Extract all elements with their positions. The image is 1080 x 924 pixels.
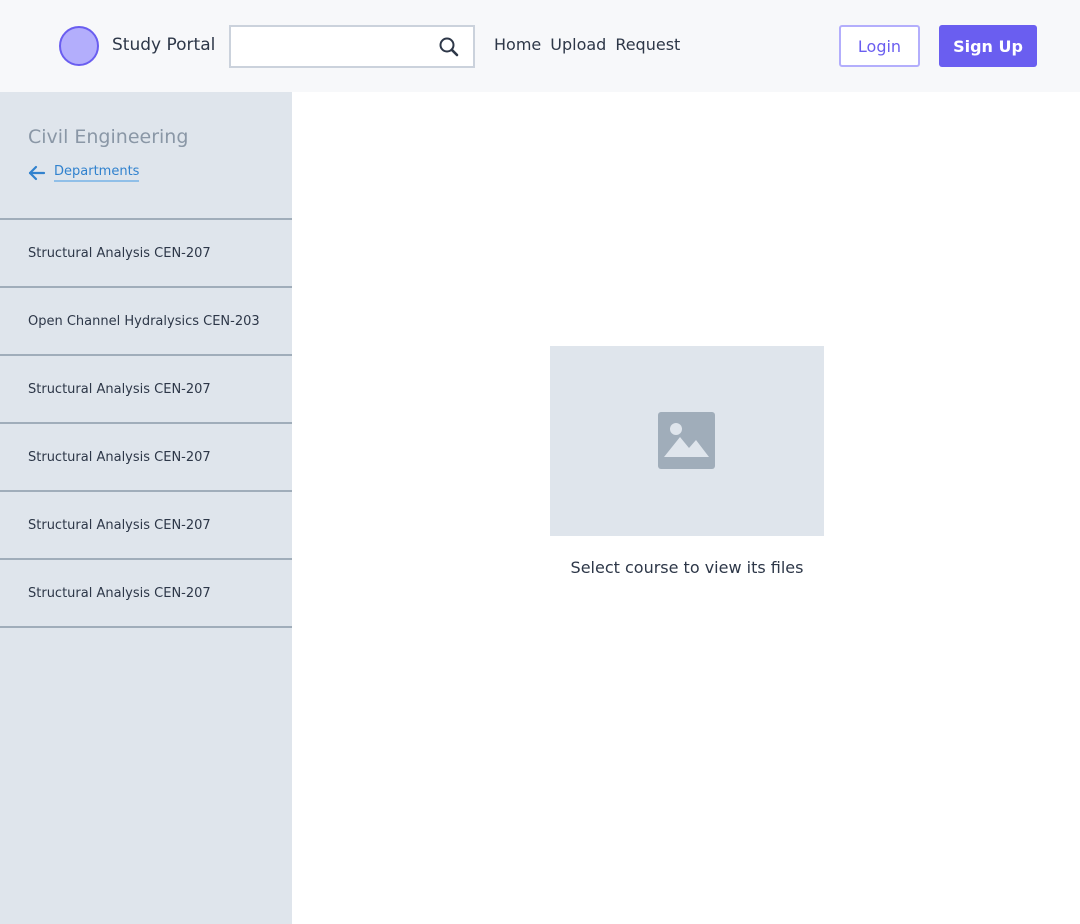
search-input[interactable] (231, 27, 431, 66)
course-item[interactable]: Structural Analysis CEN-207 (0, 424, 292, 492)
course-item-label: Structural Analysis CEN-207 (28, 381, 211, 397)
sidebar-header: Civil Engineering Departments (0, 92, 292, 220)
nav-home-link[interactable]: Home (494, 35, 541, 54)
nav-upload-link[interactable]: Upload (550, 35, 606, 54)
course-item[interactable]: Structural Analysis CEN-207 (0, 492, 292, 560)
back-link-label[interactable]: Departments (54, 164, 140, 182)
top-navbar: Study Portal Home Upload Request Login S… (0, 0, 1080, 92)
course-item-label: Structural Analysis CEN-207 (28, 585, 211, 601)
course-item-label: Structural Analysis CEN-207 (28, 449, 211, 465)
course-item-label: Structural Analysis CEN-207 (28, 517, 211, 533)
course-item-label: Structural Analysis CEN-207 (28, 245, 211, 261)
logo-icon[interactable] (59, 26, 99, 66)
login-button[interactable]: Login (839, 25, 920, 67)
search-icon[interactable] (438, 36, 460, 58)
search-bar (229, 25, 475, 68)
course-item[interactable]: Structural Analysis CEN-207 (0, 220, 292, 288)
department-title: Civil Engineering (28, 126, 189, 148)
empty-state-message: Select course to view its files (570, 558, 804, 577)
back-to-departments-link[interactable]: Departments (28, 164, 140, 182)
image-icon (658, 412, 715, 469)
empty-state-image (550, 346, 824, 536)
course-item[interactable]: Structural Analysis CEN-207 (0, 356, 292, 424)
course-sidebar: Civil Engineering Departments Structural… (0, 92, 292, 924)
main-nav: Home Upload Request (494, 35, 680, 54)
brand-name[interactable]: Study Portal (112, 35, 215, 55)
course-item[interactable]: Structural Analysis CEN-207 (0, 560, 292, 628)
nav-request-link[interactable]: Request (615, 35, 680, 54)
signup-button[interactable]: Sign Up (939, 25, 1037, 67)
course-item-label: Open Channel Hydralysics CEN-203 (28, 313, 260, 329)
course-item[interactable]: Open Channel Hydralysics CEN-203 (0, 288, 292, 356)
arrow-left-icon (28, 165, 46, 181)
